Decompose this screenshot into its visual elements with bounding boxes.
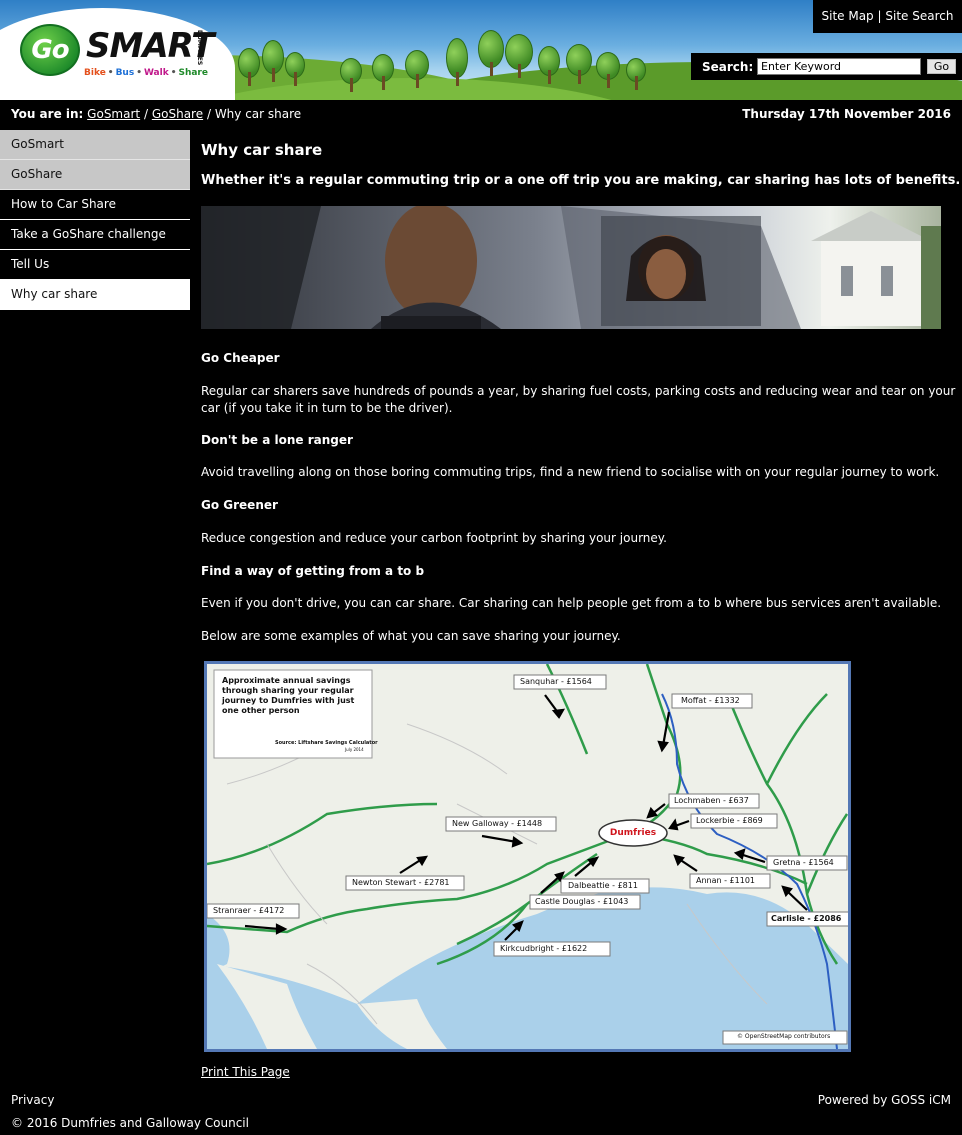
breadcrumb-current: Why car share [214,107,302,121]
map-label-moffat: Moffat - £1332 [681,696,740,705]
map-label-dalbeattie: Dalbeattie - £811 [568,881,638,890]
map-source: Source: Liftshare Savings Calculator [275,740,378,746]
breadcrumb-goshare[interactable]: GoShare [152,107,203,121]
breadcrumb-separator: / [206,107,211,121]
tree-icon [566,44,592,86]
logo-dumfries-text: DUMFRIES [196,30,203,66]
powered-by: Powered by GOSS iCM [817,1093,951,1107]
savings-map: Approximate annual savings through shari… [204,661,851,1052]
map-label-sanquhar: Sanquhar - £1564 [520,677,592,686]
tagline-word: Bike [84,68,106,78]
tree-icon [285,52,305,88]
intro-text: Whether it's a regular commuting trip or… [201,173,961,188]
logo-smart-text: SMART [86,26,214,66]
breadcrumb-prefix: You are in: [11,107,84,121]
section-heading: Go Greener [201,498,278,512]
search-go-button[interactable]: Go [927,59,956,74]
map-label-lockerbie: Lockerbie - £869 [696,816,763,825]
breadcrumb-bar: You are in: GoSmart / GoShare / Why car … [0,104,962,124]
section-heading: Go Cheaper [201,351,280,365]
map-base [207,664,848,1049]
search-input[interactable] [757,58,921,75]
tree-icon [478,30,504,78]
logo-go-circle: Go [20,24,80,76]
nav-item-take-a-goshare-challenge[interactable]: Take a GoShare challenge [0,220,190,250]
tree-icon [262,40,284,84]
map-label-lochmaben: Lochmaben - £637 [674,796,749,805]
tagline-word: Walk [143,68,169,78]
search-label: Search: [702,60,754,74]
nav-item-why-car-share[interactable]: Why car share [0,280,190,310]
tree-icon [238,48,260,88]
map-label-annan: Annan - £1101 [696,876,756,885]
map-info-title: Approximate annual savings through shari… [222,676,355,715]
tree-icon [626,58,646,92]
tree-icon [596,52,620,90]
map-label-carlisle: Carlisle - £2086 [771,914,842,923]
logo-tagline: Bike • Bus • Walk • Share [84,68,210,78]
section-text: Reduce congestion and reduce your carbon… [201,531,667,545]
hero-photo-illustration [201,206,941,329]
map-label-castle-douglas: Castle Douglas - £1043 [535,897,629,906]
left-navigation: GoSmart GoShare How to Car Share Take a GoS… [0,130,190,310]
map-label-new-galloway: New Galloway - £1448 [452,819,543,828]
tree-icon [538,46,560,86]
breadcrumb-separator: / [143,107,148,121]
tagline-word: Share [178,68,208,78]
tagline-word: • [107,68,114,78]
section-text: Regular car sharers save hundreds of pou… [201,384,956,415]
nav-item-tell-us[interactable]: Tell Us [0,250,190,280]
tagline-word: Bus [115,68,135,78]
section-heading: Find a way of getting from a to b [201,564,425,578]
breadcrumb-gosmart[interactable]: GoSmart [87,107,140,121]
tree-icon [372,54,394,92]
nav-item-how-to-car-share[interactable]: How to Car Share [0,190,190,220]
map-attribution: © OpenStreetMap contributors [737,1033,831,1040]
top-links-separator: | [877,9,882,23]
map-source-date: July 2014 [345,747,364,752]
tree-icon [405,50,429,90]
site-map-link[interactable]: Site Map [822,9,874,23]
privacy-link[interactable]: Privacy [11,1093,54,1107]
hero-car-share-photo [201,206,941,329]
site-search-link[interactable]: Site Search [885,9,953,23]
tree-icon [446,38,468,88]
map-label-gretna: Gretna - £1564 [773,858,834,867]
tagline-word: • [170,68,177,78]
map-label-newton-stewart: Newton Stewart - £2781 [352,878,450,887]
copyright: © 2016 Dumfries and Galloway Council [11,1116,249,1130]
map-center-dumfries: Dumfries [609,828,657,838]
tagline-word: • [136,68,142,78]
tree-icon [505,34,533,80]
top-links: Site Map | Site Search [813,0,962,33]
tree-icon [340,58,362,94]
site-header: Go SMART DUMFRIES Bike • Bus • Walk • Share Si… [0,0,962,100]
breadcrumb: You are in: GoSmart / GoShare / Why car … [11,107,301,121]
section-heading: Don't be a lone ranger [201,433,353,447]
current-date: Thursday 17th November 2016 [742,107,951,121]
section-text: Even if you don't drive, you can car sha… [201,596,942,610]
nav-item-goshare[interactable]: GoShare [0,160,190,190]
map-label-kirkcudbright: Kirkcudbright - £1622 [500,944,588,953]
section-text: Avoid travelling along on those boring c… [201,465,940,479]
search-box: Search: Go [691,53,962,80]
below-text: Below are some examples of what you can … [201,629,621,643]
page-title: Why car share [201,141,323,159]
map-label-stranraer: Stranraer - £4172 [213,906,285,915]
nav-item-gosmart[interactable]: GoSmart [0,130,190,160]
print-page-link[interactable]: Print This Page [201,1065,290,1079]
